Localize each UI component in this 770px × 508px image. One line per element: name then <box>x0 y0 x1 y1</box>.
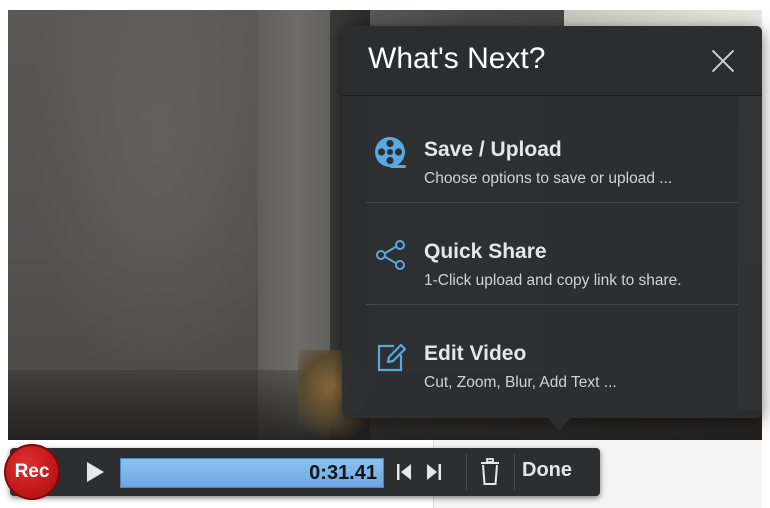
elapsed-time: 0:31.41 <box>309 462 377 484</box>
play-icon[interactable] <box>82 459 108 485</box>
menu-item-edit-video[interactable]: Edit Video Cut, Zoom, Blur, Add Text ... <box>342 316 762 416</box>
film-reel-icon <box>374 136 408 170</box>
menu-item-label: Edit Video <box>424 342 527 365</box>
edit-icon <box>374 340 408 374</box>
rec-button[interactable]: Rec <box>4 444 60 500</box>
menu-item-label: Quick Share <box>424 240 547 263</box>
done-button[interactable]: Done <box>522 459 572 487</box>
menu-item-label: Save / Upload <box>424 138 562 161</box>
popup-title: What's Next? <box>368 42 546 75</box>
whats-next-popup: What's Next? Save / Upload Choose option… <box>342 26 762 418</box>
menu-item-description: Choose options to save or upload ... <box>424 170 673 187</box>
close-icon[interactable] <box>710 48 736 74</box>
menu-item-quick-share[interactable]: Quick Share 1-Click upload and copy link… <box>342 214 762 314</box>
divider <box>366 202 738 203</box>
skip-to-end-icon[interactable] <box>424 461 444 483</box>
menu-item-save-upload[interactable]: Save / Upload Choose options to save or … <box>342 112 762 212</box>
share-icon <box>374 238 408 272</box>
screen: What's Next? Save / Upload Choose option… <box>0 0 770 508</box>
separator <box>514 454 515 490</box>
menu-item-description: Cut, Zoom, Blur, Add Text ... <box>424 374 617 391</box>
skip-to-start-icon[interactable] <box>394 461 414 483</box>
timeline-progress-bar[interactable]: 0:31.41 <box>120 458 384 488</box>
menu-item-description: 1-Click upload and copy link to share. <box>424 272 682 289</box>
trash-icon[interactable] <box>478 458 502 486</box>
popup-pointer <box>547 417 571 431</box>
popup-header: What's Next? <box>342 26 762 96</box>
separator <box>466 454 467 490</box>
divider <box>366 304 738 305</box>
